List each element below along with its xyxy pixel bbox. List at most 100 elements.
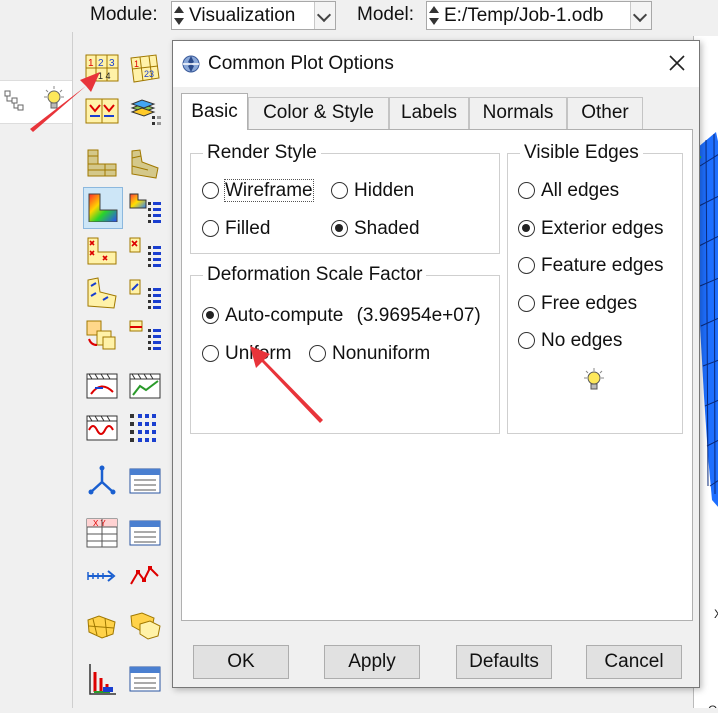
radio-filled-circle[interactable] — [202, 220, 219, 237]
view-cut-manager-button[interactable] — [85, 464, 119, 498]
radio-wireframe[interactable]: Wireframe — [202, 179, 314, 202]
svg-text:O: O — [708, 703, 717, 708]
radio-uniform-label: Uniform — [225, 343, 292, 364]
lightbulb-icon — [44, 86, 64, 109]
field-output-manager-button[interactable] — [128, 662, 162, 696]
model-dropdown-arrow-icon[interactable] — [630, 2, 651, 29]
plot-xy-data-button[interactable] — [128, 558, 162, 592]
render-style-legend: Render Style — [207, 142, 317, 163]
tab-normals[interactable]: Normals — [469, 97, 567, 129]
plot-fringe-deformed-button[interactable] — [128, 146, 162, 180]
plot-material-orientations-button[interactable] — [85, 276, 119, 310]
symbol-options-button[interactable] — [128, 234, 162, 268]
radio-filled-label: Filled — [225, 218, 271, 239]
create-xy-data-button[interactable]: X Y — [85, 516, 119, 550]
animate-scale-factor-button[interactable] — [85, 368, 119, 402]
contour-options-button[interactable] — [128, 190, 162, 224]
radio-free-edges[interactable]: Free edges — [518, 293, 637, 315]
radio-feature-edges[interactable]: Feature edges — [518, 255, 664, 277]
plot-stress-linearization-button[interactable] — [85, 662, 119, 696]
common-plot-options-button[interactable] — [83, 187, 123, 229]
tab-basic[interactable]: Basic — [181, 93, 248, 130]
replace-display-group-button[interactable] — [128, 610, 162, 644]
module-value: Visualization — [189, 5, 296, 26]
visualization-toolbox: 123 1 4 1 23 X Y — [78, 44, 174, 708]
model-tree-panel — [0, 32, 73, 708]
cancel-button[interactable]: Cancel — [586, 645, 682, 679]
plot-superimpose-button[interactable] — [85, 317, 119, 351]
radio-shaded-label: Shaded — [354, 218, 420, 239]
radio-hidden-circle[interactable] — [331, 182, 348, 199]
radio-no-edges-circle[interactable] — [518, 332, 535, 349]
tab-color-style[interactable]: Color & Style — [248, 97, 389, 129]
plot-contours-button[interactable] — [85, 94, 119, 128]
svg-text:1 4: 1 4 — [98, 71, 111, 81]
plot-deformed-shape-button[interactable]: 1 23 — [128, 52, 162, 86]
radio-no-edges[interactable]: No edges — [518, 330, 622, 352]
radio-nonuniform-label: Nonuniform — [332, 343, 431, 364]
radio-shaded[interactable]: Shaded — [331, 218, 420, 240]
probe-values-button[interactable] — [128, 464, 162, 498]
create-display-group-button[interactable] — [85, 610, 119, 644]
module-toolbar: Module: Visualization Model: E:/Temp/Job… — [0, 0, 718, 32]
svg-text:2: 2 — [98, 58, 104, 69]
ok-button[interactable]: OK — [193, 645, 289, 679]
model-spin-icon[interactable] — [428, 4, 440, 27]
radio-wireframe-label: Wireframe — [224, 179, 314, 202]
animation-options-button[interactable] — [128, 410, 162, 444]
model-value: E:/Temp/Job-1.odb — [444, 5, 604, 26]
radio-all-edges[interactable]: All edges — [518, 180, 619, 202]
layer-stack-button[interactable] — [128, 94, 162, 128]
create-path-button[interactable] — [85, 558, 119, 592]
deformation-scale-factor-legend: Deformation Scale Factor — [207, 264, 423, 285]
basic-tab-panel: Render Style Wireframe Hidden Filled Sha… — [181, 129, 693, 621]
svg-text:X: X — [714, 607, 718, 621]
radio-free-edges-label: Free edges — [541, 293, 638, 314]
svg-text:3: 3 — [109, 58, 115, 69]
radio-auto-compute-label: Auto-compute — [225, 305, 344, 326]
radio-exterior-edges-circle[interactable] — [518, 220, 535, 237]
radio-hidden[interactable]: Hidden — [331, 180, 414, 202]
radio-free-edges-circle[interactable] — [518, 295, 535, 312]
tree-toolbar — [0, 80, 72, 124]
tab-other[interactable]: Other — [567, 97, 643, 129]
model-combobox[interactable]: E:/Temp/Job-1.odb — [426, 1, 652, 30]
plot-symbols-button[interactable] — [85, 234, 119, 268]
close-icon[interactable] — [663, 49, 691, 77]
lightbulb-icon[interactable] — [583, 368, 605, 394]
svg-text:23: 23 — [144, 69, 154, 79]
module-dropdown-arrow-icon[interactable] — [314, 2, 335, 29]
orientation-options-button[interactable] — [128, 276, 162, 310]
apply-button[interactable]: Apply — [324, 645, 420, 679]
superimpose-options-button[interactable] — [128, 317, 162, 351]
radio-filled[interactable]: Filled — [202, 218, 270, 240]
xy-data-manager-button[interactable] — [128, 516, 162, 550]
defaults-button[interactable]: Defaults — [456, 645, 552, 679]
auto-compute-value: (3.96954e+07) — [356, 305, 481, 326]
radio-feature-edges-circle[interactable] — [518, 257, 535, 274]
plot-undeformed-shape-button[interactable]: 123 1 4 — [85, 52, 119, 86]
abaqus-app-icon — [182, 55, 200, 73]
animate-time-history-button[interactable] — [128, 368, 162, 402]
radio-shaded-circle[interactable] — [331, 220, 348, 237]
radio-wireframe-circle[interactable] — [202, 182, 219, 199]
svg-text:1: 1 — [134, 59, 139, 69]
radio-auto-compute-circle[interactable] — [202, 307, 219, 324]
module-label: Module: — [90, 4, 158, 25]
dialog-titlebar[interactable]: Common Plot Options — [173, 41, 699, 87]
module-spin-icon[interactable] — [173, 4, 185, 27]
radio-nonuniform[interactable]: Nonuniform — [309, 343, 430, 365]
radio-uniform-circle[interactable] — [202, 345, 219, 362]
animate-harmonic-button[interactable] — [85, 410, 119, 444]
radio-all-edges-circle[interactable] — [518, 182, 535, 199]
tab-labels[interactable]: Labels — [389, 97, 469, 129]
radio-exterior-edges[interactable]: Exterior edges — [518, 218, 664, 240]
plot-fringe-button[interactable] — [85, 146, 119, 180]
radio-no-edges-label: No edges — [541, 330, 623, 351]
radio-uniform[interactable]: Uniform — [202, 343, 292, 365]
radio-auto-compute[interactable]: Auto-compute (3.96954e+07) — [202, 305, 481, 327]
radio-all-edges-label: All edges — [541, 180, 620, 201]
radio-nonuniform-circle[interactable] — [309, 345, 326, 362]
module-combobox[interactable]: Visualization — [171, 1, 336, 30]
common-plot-options-dialog: Common Plot Options Basic Color & Style … — [172, 40, 700, 688]
